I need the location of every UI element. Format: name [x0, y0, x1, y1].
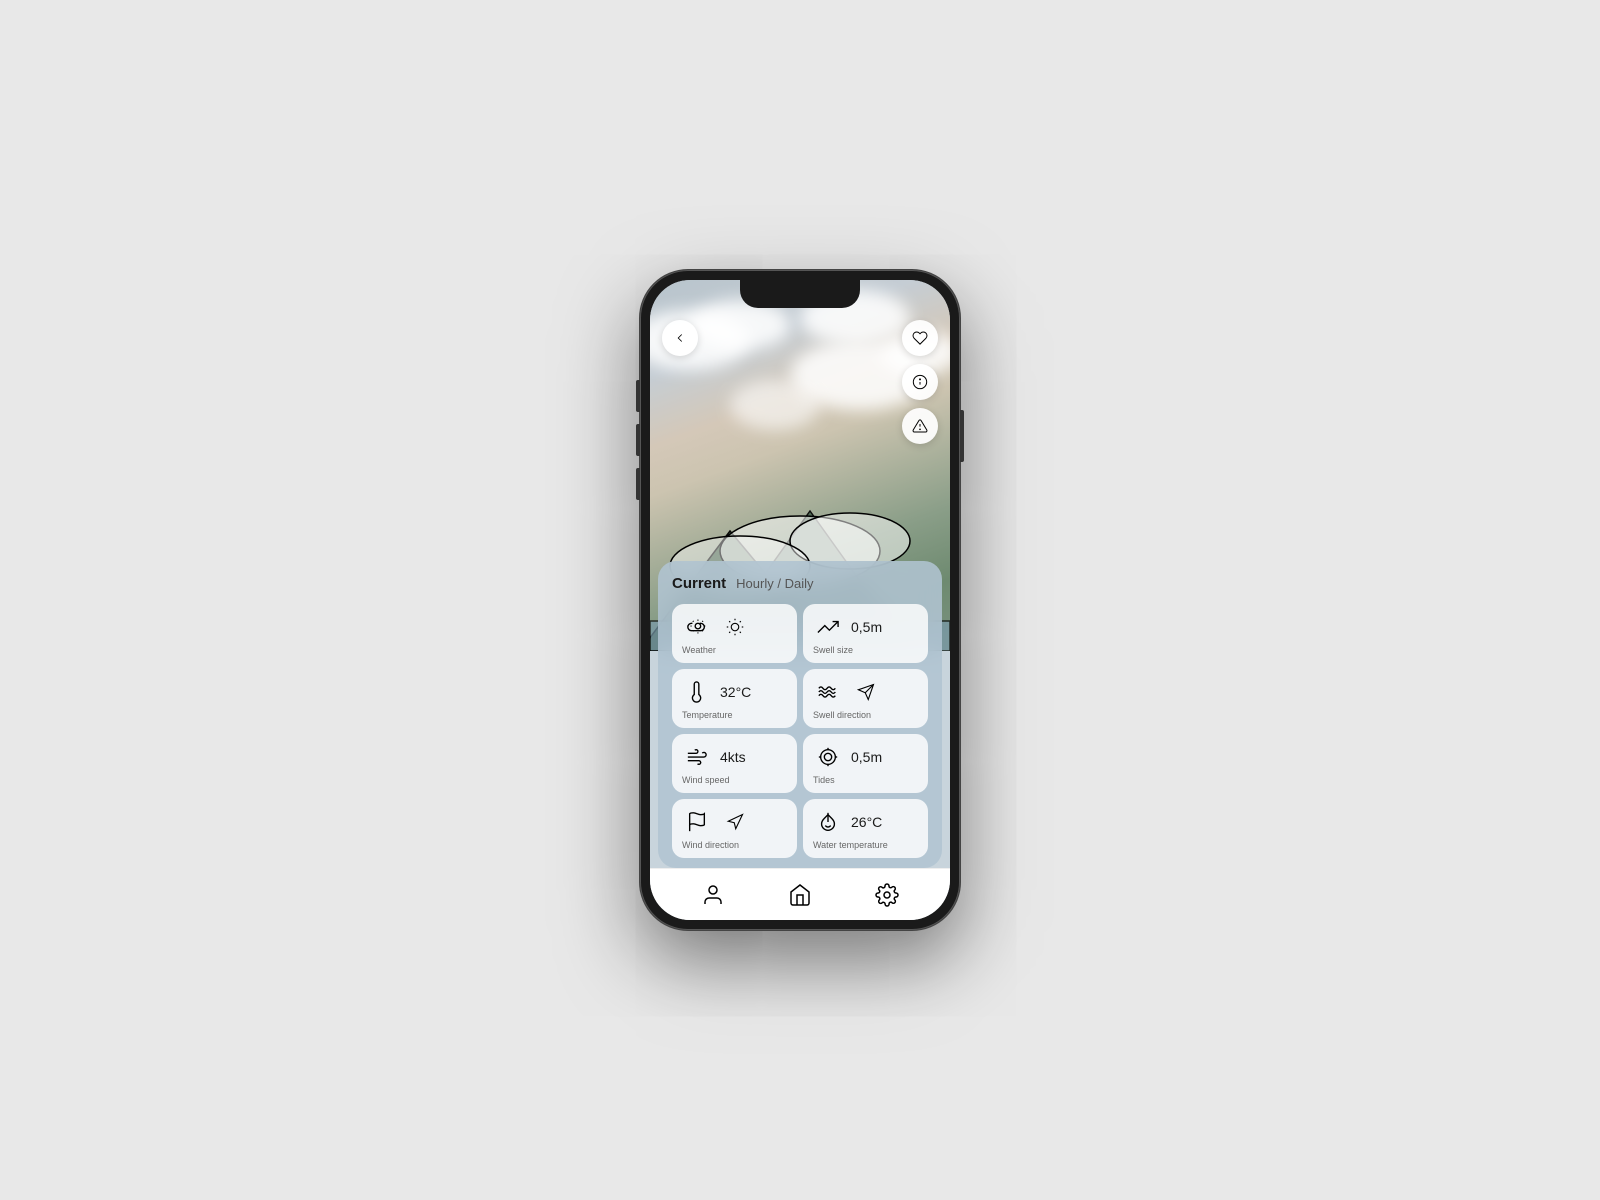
fab-container — [902, 320, 938, 444]
navigation-icon — [720, 807, 750, 837]
weather-item-wind-speed[interactable]: 4kts Wind speed — [672, 734, 797, 793]
weather-item-wind-direction[interactable]: Wind direction — [672, 799, 797, 858]
cloud-sun-icon — [682, 612, 712, 642]
wind-icon — [682, 742, 712, 772]
flag-icon — [682, 807, 712, 837]
weather-item-swell-direction[interactable]: Swell direction — [803, 669, 928, 728]
bottom-nav — [650, 868, 950, 920]
water-temperature-value: 26°C — [851, 814, 882, 830]
water-temp-icon — [813, 807, 843, 837]
phone-screen: Current Hourly / Daily — [650, 280, 950, 920]
nav-profile[interactable] — [695, 877, 731, 913]
waves-icon — [813, 677, 843, 707]
temperature-label: Temperature — [682, 710, 787, 720]
panel-tabs[interactable]: Hourly / Daily — [736, 576, 813, 591]
temperature-value: 32°C — [720, 684, 751, 700]
weather-item-weather[interactable]: Weather — [672, 604, 797, 663]
weather-label: Weather — [682, 645, 787, 655]
water-temperature-label: Water temperature — [813, 840, 918, 850]
current-tab[interactable]: Current — [672, 575, 726, 592]
weather-item-tides[interactable]: 0,5m Tides — [803, 734, 928, 793]
sun-icon — [720, 612, 750, 642]
phone-frame: Current Hourly / Daily — [640, 270, 960, 930]
weather-panel: Current Hourly / Daily — [658, 561, 942, 868]
wind-speed-label: Wind speed — [682, 775, 787, 785]
tides-value: 0,5m — [851, 749, 882, 765]
alert-button[interactable] — [902, 408, 938, 444]
nav-settings[interactable] — [869, 877, 905, 913]
wind-speed-value: 4kts — [720, 749, 746, 765]
weather-grid: Weather 0,5m Swell size — [672, 604, 928, 858]
tides-label: Tides — [813, 775, 918, 785]
nav-home[interactable] — [782, 877, 818, 913]
back-button[interactable] — [662, 320, 698, 356]
swell-direction-label: Swell direction — [813, 710, 918, 720]
swell-size-label: Swell size — [813, 645, 918, 655]
wind-direction-label: Wind direction — [682, 840, 787, 850]
thermometer-icon — [682, 677, 712, 707]
panel-header: Current Hourly / Daily — [672, 575, 928, 592]
info-button[interactable] — [902, 364, 938, 400]
trend-up-icon — [813, 612, 843, 642]
weather-item-water-temperature[interactable]: 26°C Water temperature — [803, 799, 928, 858]
tides-icon — [813, 742, 843, 772]
swell-size-value: 0,5m — [851, 619, 882, 635]
weather-item-temperature[interactable]: 32°C Temperature — [672, 669, 797, 728]
send-icon — [851, 677, 881, 707]
weather-item-swell-size[interactable]: 0,5m Swell size — [803, 604, 928, 663]
notch — [740, 280, 860, 308]
favorite-button[interactable] — [902, 320, 938, 356]
